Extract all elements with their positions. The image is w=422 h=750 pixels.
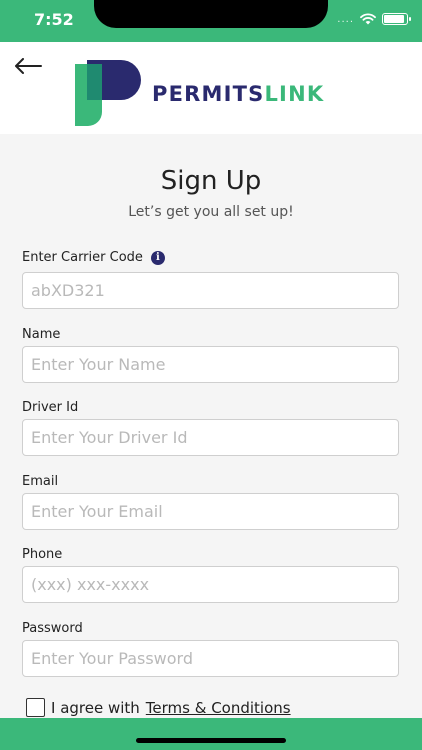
back-button[interactable] <box>12 54 44 78</box>
brand-wordmark: PERMITSLINK <box>152 82 324 106</box>
home-indicator[interactable] <box>136 738 286 743</box>
page-subtitle: Let’s get you all set up! <box>128 204 294 220</box>
brand-part-permits: PERMITS <box>152 82 265 106</box>
info-icon[interactable]: i <box>150 250 165 265</box>
signup-form: Sign Up Let’s get you all set up! Enter … <box>0 134 422 718</box>
name-label: Name <box>22 327 61 342</box>
brand-part-link: LINK <box>264 82 325 106</box>
bottom-bar <box>0 718 422 750</box>
status-bar: 7:52 .... <box>0 0 422 42</box>
driver-id-input[interactable] <box>22 419 399 456</box>
battery-icon <box>382 13 411 25</box>
carrier-code-label: Enter Carrier Code i <box>22 250 165 265</box>
carrier-code-label-text: Enter Carrier Code <box>22 250 143 265</box>
name-input[interactable] <box>22 346 399 383</box>
email-label: Email <box>22 474 59 489</box>
driver-id-label: Driver Id <box>22 400 79 415</box>
device-notch <box>94 0 328 28</box>
phone-label: Phone <box>22 547 63 562</box>
arrow-left-icon <box>15 58 42 74</box>
logo-mark-icon <box>75 60 141 126</box>
agree-text: I agree with <box>51 698 140 717</box>
terms-checkbox[interactable] <box>26 698 45 717</box>
phone-input[interactable] <box>22 566 399 603</box>
permitslink-logo: PERMITSLINK <box>74 58 384 126</box>
terms-conditions-link[interactable]: Terms & Conditions <box>146 699 291 717</box>
page-title: Sign Up <box>160 166 262 196</box>
email-input[interactable] <box>22 493 399 530</box>
carrier-code-input[interactable] <box>22 272 399 309</box>
wifi-icon <box>360 13 376 25</box>
terms-agree-row: I agree with Terms & Conditions <box>26 698 291 717</box>
password-input[interactable] <box>22 640 399 677</box>
password-label: Password <box>22 621 83 636</box>
status-time: 7:52 <box>34 10 74 29</box>
app-header: PERMITSLINK <box>0 42 422 134</box>
status-icons: .... <box>337 13 411 25</box>
signal-icon: .... <box>337 13 354 25</box>
